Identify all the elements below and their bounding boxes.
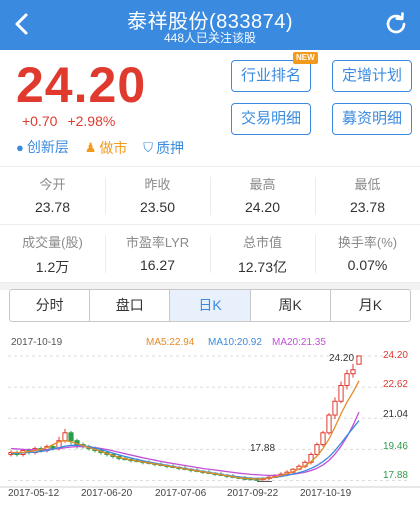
- tab-monthly-k[interactable]: 月K: [331, 290, 410, 321]
- trade-detail-button[interactable]: 交易明细: [231, 103, 311, 135]
- candle-body: [344, 373, 350, 387]
- ma5-label: MA5:22.94: [146, 337, 195, 348]
- change-percent: +2.98%: [67, 113, 116, 129]
- fundraising-detail-button[interactable]: 募资明细: [332, 103, 412, 135]
- high-marker-label: 24.20: [329, 353, 355, 364]
- app-header: 泰祥股份(833874) 448人已关注该股: [0, 0, 420, 50]
- candle-body: [326, 414, 332, 434]
- stat-prev-close: 昨收 23.50: [139, 177, 176, 215]
- candle-body: [320, 432, 326, 446]
- candle-body: [314, 444, 320, 455]
- y-tick-label: 19.46: [382, 441, 408, 452]
- stat-turnover: 换手率(%) 0.07%: [337, 235, 398, 273]
- chart-tabs: 分时 盘口 日K 周K 月K: [9, 289, 411, 322]
- tab-orderbook[interactable]: 盘口: [90, 290, 171, 321]
- stat-high: 最高 24.20: [244, 177, 281, 215]
- x-tick-label: 2017-09-22: [227, 488, 279, 499]
- ma20-label: MA20:21.35: [272, 337, 326, 348]
- current-price: 24.20: [16, 57, 147, 113]
- candle-body: [332, 400, 338, 416]
- x-tick-label: 2017-10-19: [300, 488, 352, 499]
- bulb-icon: ●: [16, 139, 24, 155]
- ma10-label: MA10:20.92: [208, 337, 262, 348]
- low-marker-label: 17.88: [250, 443, 276, 454]
- follower-count: 448人已关注该股: [163, 31, 257, 45]
- stat-low: 最低 23.78: [349, 177, 386, 215]
- tag-market-making[interactable]: ♟ 做市: [85, 138, 128, 158]
- candle-body: [68, 432, 74, 442]
- x-tick-label: 2017-07-06: [155, 488, 207, 499]
- stats-table: 今开 23.78 昨收 23.50 最高 24.20 最低 23.78 成交量(股) 1.…: [0, 166, 420, 283]
- stat-pe: 市盈率LYR 16.27: [125, 235, 190, 273]
- stat-open: 今开 23.78: [34, 177, 71, 215]
- y-tick-label: 21.04: [382, 409, 408, 420]
- x-tick-label: 2017-05-12: [8, 488, 60, 499]
- y-tick-label: 17.88: [382, 470, 408, 481]
- chart-date: 2017-10-19: [11, 337, 63, 348]
- stock-tags: ● 创新层 ♟ 做市 ⛉ 质押: [16, 137, 196, 158]
- candle-body: [62, 432, 68, 442]
- kline-svg: [0, 355, 420, 488]
- y-tick-label: 24.20: [382, 350, 408, 361]
- kline-chart[interactable]: 2017-10-19 MA5:22.94 MA10:20.92 MA20:21.…: [0, 330, 420, 510]
- shield-icon: ⛉: [143, 139, 154, 155]
- placement-plan-button[interactable]: 定增计划: [332, 60, 412, 92]
- stat-market-cap: 总市值 12.73亿: [237, 235, 288, 275]
- new-badge: NEW: [293, 52, 318, 64]
- price-change: +0.70 +2.98%: [22, 113, 115, 129]
- stats-row: 今开 23.78 昨收 23.50 最高 24.20 最低 23.78: [0, 167, 420, 225]
- tag-pledge[interactable]: ⛉ 质押: [143, 138, 184, 158]
- industry-rank-button[interactable]: 行业排名: [231, 60, 311, 92]
- stats-row: 成交量(股) 1.2万 市盈率LYR 16.27 总市值 12.73亿 换手率(%) 0…: [0, 225, 420, 283]
- x-tick-label: 2017-06-20: [81, 488, 133, 499]
- person-icon: ♟: [84, 139, 97, 155]
- candle-body: [350, 369, 356, 375]
- change-value: +0.70: [22, 113, 58, 129]
- candle-body: [356, 355, 362, 365]
- refresh-icon[interactable]: [382, 10, 410, 38]
- tab-intraday[interactable]: 分时: [10, 290, 91, 321]
- tag-innovation-layer[interactable]: ● 创新层: [16, 137, 69, 157]
- stat-volume: 成交量(股) 1.2万: [22, 235, 83, 275]
- tab-weekly-k[interactable]: 周K: [251, 290, 331, 321]
- candle-body: [338, 385, 344, 402]
- y-tick-label: 22.62: [382, 379, 408, 390]
- tab-daily-k[interactable]: 日K: [170, 290, 251, 321]
- quote-panel: 24.20 +0.70 +2.98% ● 创新层 ♟ 做市 ⛉ 质押 行业排名 NEW …: [0, 50, 420, 162]
- ma5-line: [11, 380, 360, 480]
